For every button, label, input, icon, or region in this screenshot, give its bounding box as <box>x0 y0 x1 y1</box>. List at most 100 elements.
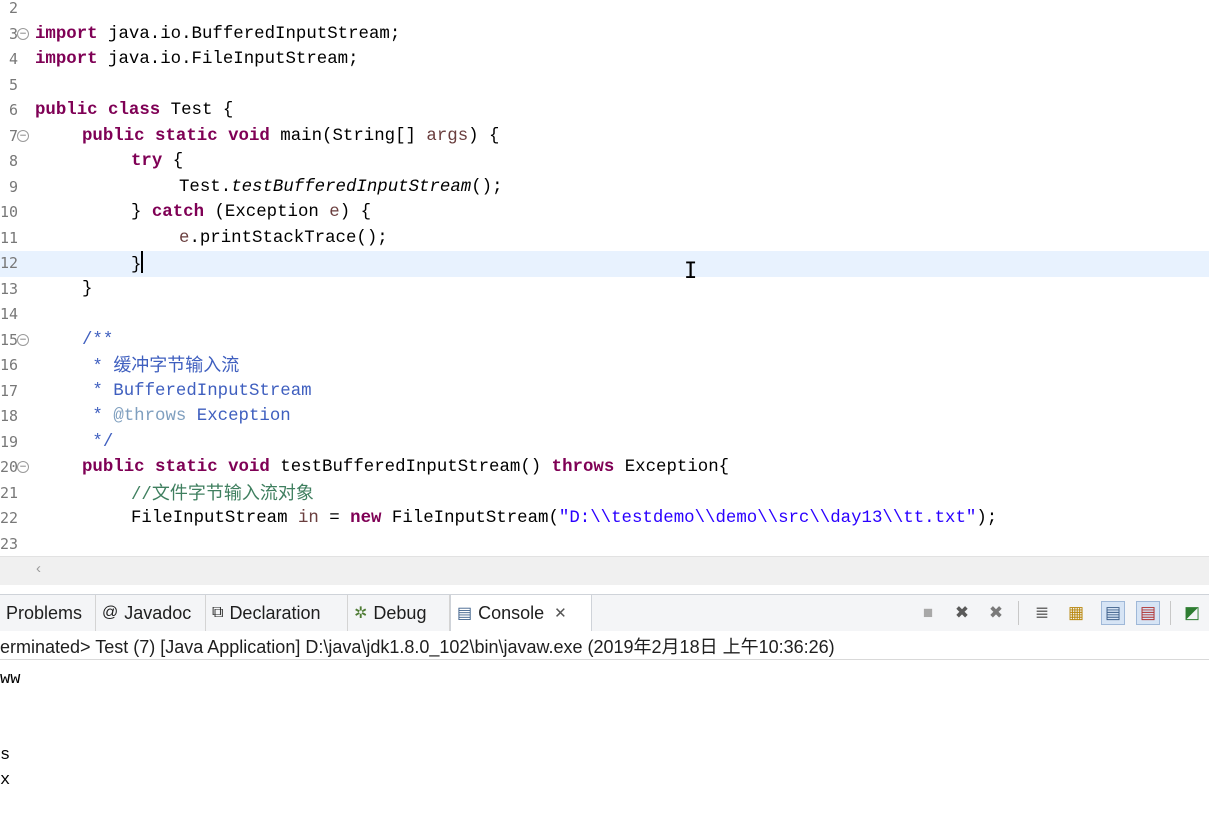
tab-console[interactable]: ▤ Console ✕ <box>450 595 592 631</box>
tab-javadoc[interactable]: @ Javadoc <box>96 595 206 631</box>
tab-label: Console <box>478 602 545 623</box>
line-number: 9 <box>8 177 18 196</box>
line-number: 16 <box>0 356 19 374</box>
code-text: Test.testBufferedInputStream(); <box>179 177 503 197</box>
line-number: 2 <box>8 0 18 17</box>
code-text: /** <box>82 330 114 350</box>
editor-line[interactable]: 6 public class Test { <box>0 98 1209 124</box>
line-number: 7 <box>8 126 18 145</box>
code-text: public static void main(String[] args) { <box>82 126 500 146</box>
code-text: public static void testBufferedInputStre… <box>82 458 730 477</box>
code-text: FileInputStream in = new FileInputStream… <box>131 509 998 528</box>
editor-line[interactable]: 8 try { <box>0 149 1209 175</box>
code-text: } <box>82 279 93 299</box>
console-line: x <box>0 771 11 790</box>
display-selected-console-icon[interactable]: ▤ <box>1101 601 1125 625</box>
editor-line[interactable]: 23 <box>0 532 1209 557</box>
editor-line[interactable]: 15 − /** <box>0 328 1209 354</box>
line-number: 6 <box>8 101 18 119</box>
line-number: 19 <box>0 432 19 451</box>
editor-line[interactable]: 4 import java.io.FileInputStream; <box>0 47 1209 73</box>
scroll-left-arrow-icon[interactable]: ‹ <box>36 560 41 577</box>
line-number: 18 <box>0 407 19 425</box>
code-text: * @throws Exception <box>82 407 291 426</box>
editor-line[interactable]: 13 } <box>0 277 1209 303</box>
tab-label: Debug <box>373 602 427 623</box>
new-console-view-icon[interactable]: ◩ <box>1180 601 1204 625</box>
console-process-status: erminated> Test (7) [Java Application] D… <box>0 637 835 657</box>
editor-line[interactable]: 14 <box>0 302 1209 328</box>
editor-line[interactable]: 3 − import java.io.BufferedInputStream; <box>0 22 1209 48</box>
line-number: 5 <box>8 75 18 94</box>
tab-label: Declaration <box>229 602 321 623</box>
open-console-icon[interactable]: ▤ <box>1136 601 1160 625</box>
pin-console-icon[interactable]: ▦ <box>1064 601 1088 625</box>
code-text: import java.io.FileInputStream; <box>35 50 359 69</box>
line-number: 21 <box>0 483 19 502</box>
fold-collapse-icon[interactable]: − <box>17 129 29 142</box>
mouse-ibeam-cursor: I <box>684 259 698 284</box>
editor-line[interactable]: 20 − public static void testBufferedInpu… <box>0 455 1209 481</box>
line-number: 14 <box>0 305 19 323</box>
declaration-icon: ⧉ <box>212 604 224 621</box>
debug-icon: ✲ <box>354 605 368 622</box>
close-icon[interactable]: ✕ <box>554 604 567 622</box>
fold-collapse-icon[interactable]: − <box>17 27 29 40</box>
code-text: */ <box>82 432 114 452</box>
editor-line[interactable]: 17 * BufferedInputStream <box>0 379 1209 405</box>
line-number: 8 <box>8 152 18 170</box>
tab-declaration[interactable]: ⧉ Declaration <box>206 595 348 631</box>
bottom-panel-tabbar: Problems @ Javadoc ⧉ Declaration ✲ Debug… <box>0 594 1209 632</box>
tab-label: Javadoc <box>124 602 192 623</box>
editor-line[interactable]: 9 Test.testBufferedInputStream(); <box>0 175 1209 201</box>
editor-line[interactable]: 11 e.printStackTrace(); <box>0 226 1209 252</box>
javadoc-icon: @ <box>102 604 119 621</box>
code-text: try { <box>131 152 184 171</box>
editor-line[interactable]: 7 − public static void main(String[] arg… <box>0 124 1209 150</box>
code-text: //文件字节输入流对象 <box>131 482 314 505</box>
line-number: 23 <box>0 534 19 553</box>
line-number: 10 <box>0 203 19 221</box>
editor-line[interactable]: 19 */ <box>0 430 1209 456</box>
code-editor[interactable]: 2 3 − import java.io.BufferedInputStream… <box>0 0 1209 556</box>
line-number: 3 <box>8 24 18 43</box>
code-text: import java.io.BufferedInputStream; <box>35 24 401 44</box>
editor-line[interactable]: 22 FileInputStream in = new FileInputStr… <box>0 506 1209 532</box>
scroll-lock-icon[interactable]: ≣ <box>1030 601 1054 625</box>
line-number: 15 <box>0 330 19 349</box>
toolbar-separator <box>1018 601 1019 625</box>
editor-line[interactable]: 16 * 缓冲字节输入流 <box>0 353 1209 379</box>
editor-horizontal-scrollbar[interactable]: ‹ <box>0 556 1209 585</box>
line-number: 22 <box>0 509 19 527</box>
console-line: s <box>0 746 11 765</box>
console-output[interactable]: ww s x <box>0 660 1209 813</box>
editor-line[interactable]: 21 //文件字节输入流对象 <box>0 481 1209 507</box>
remove-launch-icon[interactable]: ✖ <box>950 601 974 625</box>
text-caret <box>141 251 144 273</box>
code-text: } <box>131 251 144 279</box>
terminate-icon[interactable]: ■ <box>916 601 940 625</box>
tab-label: Problems <box>6 602 83 623</box>
tab-debug[interactable]: ✲ Debug <box>348 595 450 631</box>
line-number: 12 <box>0 254 19 272</box>
tab-problems[interactable]: Problems <box>0 595 96 631</box>
code-text: e.printStackTrace(); <box>179 228 388 248</box>
editor-line[interactable]: 10 } catch (Exception e) { <box>0 200 1209 226</box>
editor-line[interactable]: 18 * @throws Exception <box>0 404 1209 430</box>
line-number: 17 <box>0 381 19 400</box>
editor-line[interactable]: 5 <box>0 73 1209 99</box>
console-line: ww <box>0 670 21 689</box>
fold-collapse-icon[interactable]: − <box>17 333 29 346</box>
remove-all-terminated-icon[interactable]: ✖ <box>984 601 1008 625</box>
code-text: } catch (Exception e) { <box>131 203 372 222</box>
toolbar-separator <box>1170 601 1171 625</box>
line-number: 13 <box>0 279 19 298</box>
editor-line-current[interactable]: 12 } <box>0 251 1209 277</box>
fold-collapse-icon[interactable]: − <box>17 461 29 473</box>
line-number: 4 <box>8 50 18 68</box>
code-text: * 缓冲字节输入流 <box>82 355 240 377</box>
console-icon: ▤ <box>457 605 473 622</box>
code-text: public class Test { <box>35 101 234 120</box>
editor-line[interactable]: 2 <box>0 0 1209 22</box>
line-number: 11 <box>0 228 19 247</box>
